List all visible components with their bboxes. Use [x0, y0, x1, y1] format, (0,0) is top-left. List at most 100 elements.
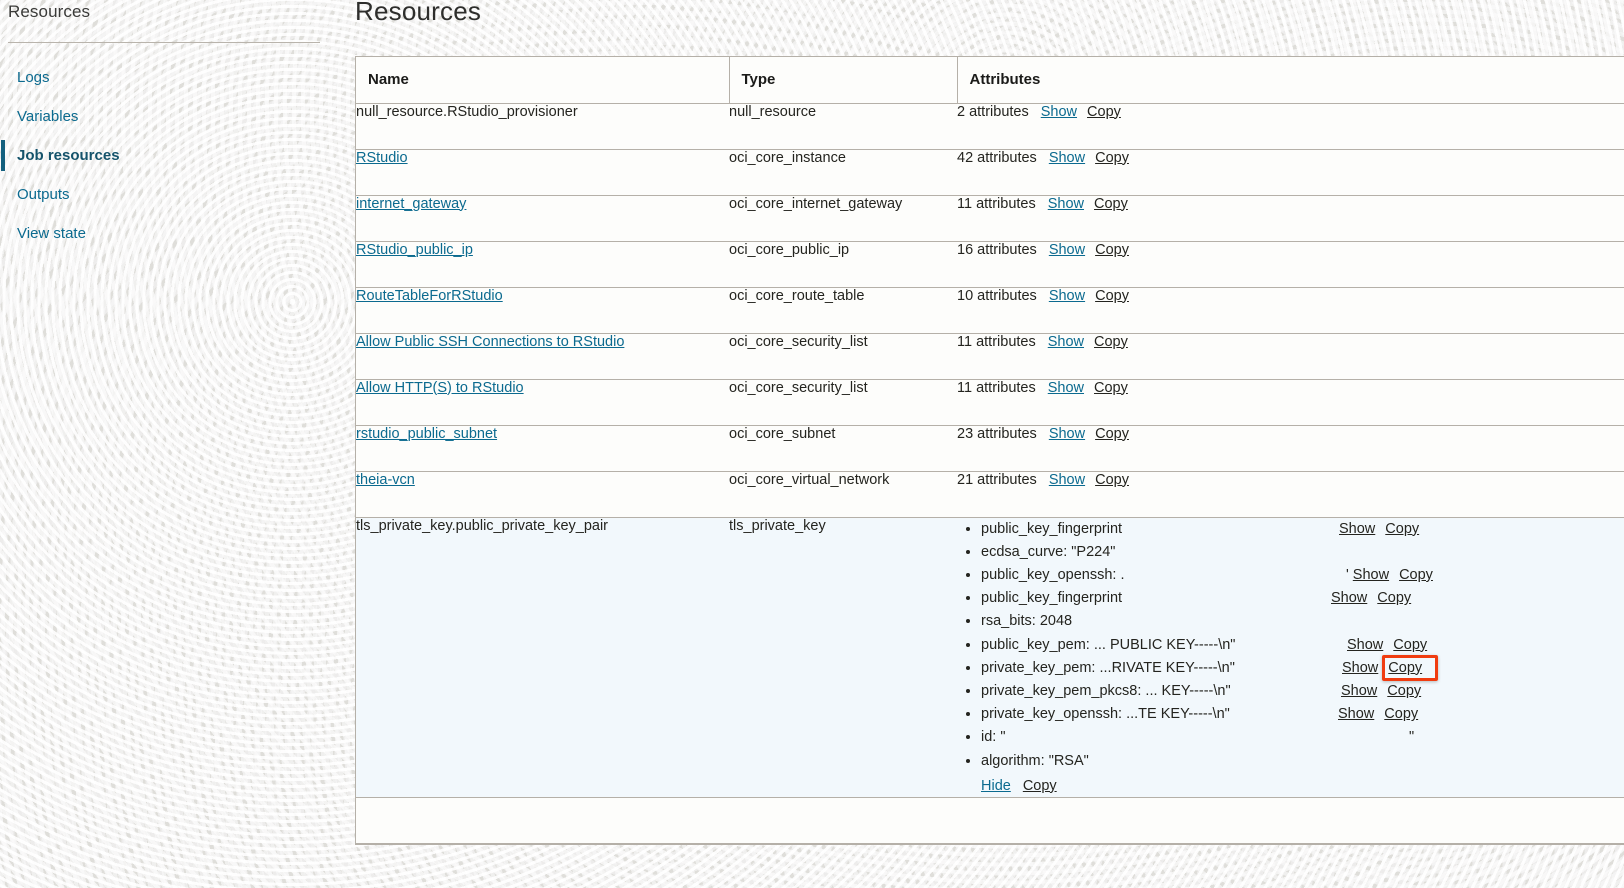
sidebar-nav: Logs Variables Job resources Outputs View st…: [0, 58, 352, 253]
copy-attribute-link[interactable]: Copy: [1399, 567, 1433, 583]
show-attributes-link[interactable]: Show: [1049, 288, 1085, 304]
attributes-summary: 2 attributes Show Copy: [957, 104, 1624, 120]
copy-attributes-link[interactable]: Copy: [1094, 334, 1128, 350]
show-attributes-link[interactable]: Show: [1049, 426, 1085, 442]
copy-attribute-link[interactable]: Copy: [1387, 683, 1421, 699]
attribute-list-item: private_key_pem: ...RIVATE KEY-----\n" Sh…: [981, 657, 1624, 680]
copy-attributes-link[interactable]: Copy: [1094, 196, 1128, 212]
show-attribute-link[interactable]: Show: [1342, 660, 1378, 676]
copy-attribute-link[interactable]: Copy: [1384, 706, 1418, 722]
attribute-actions: Show Copy: [1048, 380, 1138, 396]
resource-type-text: oci_core_public_ip: [729, 241, 850, 258]
copy-attributes-link[interactable]: Copy: [1087, 104, 1121, 120]
show-attributes-link[interactable]: Show: [1049, 150, 1085, 166]
copy-attribute-link[interactable]: Copy: [1385, 521, 1419, 537]
table-row: rstudio_public_subnet oci_core_subnet 23 a…: [356, 425, 1624, 472]
attribute-list-item: public_key_pem: ... PUBLIC KEY-----\n" Sh…: [981, 634, 1624, 657]
attribute-actions: Show Copy: [1049, 472, 1139, 488]
attribute-count-label: 21 attributes: [957, 471, 1037, 488]
show-attributes-link[interactable]: Show: [1049, 242, 1085, 258]
attribute-actions: Show Copy: [1048, 196, 1138, 212]
show-attributes-link[interactable]: Show: [1048, 196, 1084, 212]
sidebar-item-job-resources[interactable]: Job resources: [0, 136, 352, 175]
sidebar-item-label: Job resources: [17, 147, 120, 164]
attributes-summary: 11 attributes Show Copy: [957, 334, 1624, 350]
sidebar-divider: [8, 42, 320, 43]
copy-attribute-link[interactable]: Copy: [1377, 590, 1411, 606]
sidebar-item-label: Logs: [17, 69, 50, 86]
resource-type-text: oci_core_security_list: [729, 379, 868, 396]
attributes-summary: 16 attributes Show Copy: [957, 242, 1624, 258]
sidebar: Resources Logs Variables Job resources Outp…: [0, 0, 352, 888]
resource-name-link[interactable]: RStudio_public_ip: [356, 242, 473, 258]
copy-attributes-link[interactable]: Copy: [1095, 242, 1129, 258]
hide-attributes-link[interactable]: Hide: [981, 778, 1011, 794]
attribute-text: public_key_fingerprint: [981, 590, 1123, 607]
resource-name-link[interactable]: rstudio_public_subnet: [356, 426, 497, 442]
cell-attributes: 11 attributes Show Copy: [957, 333, 1624, 380]
cell-attributes-expanded: public_key_fingerprint Show Copy ecdsa_curv…: [957, 517, 1624, 798]
attribute-list-item: private_key_openssh: ...TE KEY-----\n" Sh…: [981, 703, 1624, 726]
copy-attributes-link[interactable]: Copy: [1095, 426, 1129, 442]
sidebar-item-label: View state: [17, 225, 86, 242]
cell-type: oci_core_route_table: [729, 287, 957, 334]
sidebar-item-outputs[interactable]: Outputs: [0, 175, 352, 214]
resources-table-container: Name Type Attributes null_resource.RStud…: [355, 56, 1624, 845]
attribute-list-item: private_key_pem_pkcs8: ... KEY-----\n" Sh…: [981, 680, 1624, 703]
resource-type-text: oci_core_instance: [729, 149, 846, 166]
copy-attributes-link[interactable]: Copy: [1094, 380, 1128, 396]
copy-attributes-link[interactable]: Copy: [1095, 150, 1129, 166]
attribute-list-item: rsa_bits: 2048: [981, 610, 1624, 633]
sidebar-item-logs[interactable]: Logs: [0, 58, 352, 97]
resource-name-link[interactable]: RStudio: [356, 150, 408, 166]
sidebar-item-view-state[interactable]: View state: [0, 214, 352, 253]
attribute-text: algorithm: "RSA": [981, 752, 1089, 769]
show-attributes-link[interactable]: Show: [1049, 472, 1085, 488]
attribute-list-item: public_key_openssh: . ' Show Copy: [981, 564, 1624, 587]
show-attributes-link[interactable]: Show: [1048, 334, 1084, 350]
cell-name: Allow HTTP(S) to RStudio: [356, 379, 729, 426]
resource-name-link[interactable]: RouteTableForRStudio: [356, 288, 503, 304]
show-attribute-link[interactable]: Show: [1331, 590, 1367, 606]
cell-empty: [356, 797, 729, 844]
attribute-count-label: 42 attributes: [957, 149, 1037, 166]
table-row: RouteTableForRStudio oci_core_route_table…: [356, 287, 1624, 334]
resource-name-link[interactable]: internet_gateway: [356, 196, 466, 212]
cell-attributes: 23 attributes Show Copy: [957, 425, 1624, 472]
column-header-type: Type: [729, 57, 958, 104]
resource-type-text: tls_private_key: [729, 517, 826, 534]
copy-all-attributes-link[interactable]: Copy: [1023, 778, 1057, 794]
show-attribute-link[interactable]: Show: [1347, 637, 1383, 653]
attribute-text: public_key_fingerprint: [981, 520, 1123, 537]
show-attributes-link[interactable]: Show: [1041, 104, 1077, 120]
copy-attribute-link[interactable]: Copy: [1393, 637, 1427, 653]
table-header: Name Type Attributes: [356, 57, 1624, 104]
cell-type: oci_core_instance: [729, 149, 957, 196]
sidebar-item-variables[interactable]: Variables: [0, 97, 352, 136]
copy-attributes-link[interactable]: Copy: [1095, 288, 1129, 304]
attribute-item-actions: ' Show Copy: [1346, 564, 1443, 587]
table-row: Allow HTTP(S) to RStudio oci_core_securit…: [356, 379, 1624, 426]
attribute-list-item: public_key_fingerprint Show Copy: [981, 587, 1624, 610]
cell-name: RStudio: [356, 149, 729, 196]
resource-name-text: null_resource.RStudio_provisioner: [356, 103, 578, 120]
attribute-count-label: 16 attributes: [957, 241, 1037, 258]
column-header-attributes: Attributes: [957, 57, 1624, 104]
resource-name-link[interactable]: Allow Public SSH Connections to RStudio: [356, 334, 624, 350]
resource-name-link[interactable]: theia-vcn: [356, 472, 415, 488]
attributes-summary: 21 attributes Show Copy: [957, 472, 1624, 488]
show-attribute-link[interactable]: Show: [1341, 683, 1377, 699]
show-attributes-link[interactable]: Show: [1048, 380, 1084, 396]
cell-name: rstudio_public_subnet: [356, 425, 729, 472]
resource-name-link[interactable]: Allow HTTP(S) to RStudio: [356, 380, 524, 396]
show-attribute-link[interactable]: Show: [1339, 521, 1375, 537]
cell-attributes: 16 attributes Show Copy: [957, 241, 1624, 288]
show-attribute-link[interactable]: Show: [1353, 567, 1389, 583]
copy-attributes-link[interactable]: Copy: [1095, 472, 1129, 488]
cell-type: oci_core_virtual_network: [729, 471, 957, 518]
copy-link-private-key-pem[interactable]: Copy: [1388, 660, 1422, 676]
attribute-list-item: algorithm: "RSA": [981, 750, 1624, 773]
attribute-item-actions: Show Copy: [1339, 518, 1429, 541]
attribute-actions: Show Copy: [1049, 288, 1139, 304]
show-attribute-link[interactable]: Show: [1338, 706, 1374, 722]
